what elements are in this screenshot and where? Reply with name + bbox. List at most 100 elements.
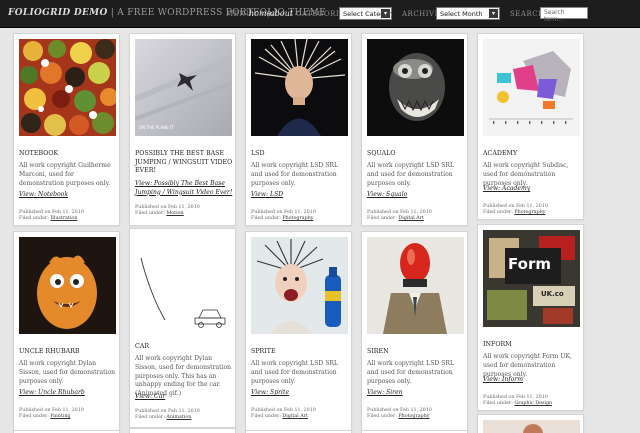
post-card-base-jumping[interactable]: ON THE PLANE IT POSSIBLY THE BEST BASE J…: [129, 33, 236, 226]
post-category-link[interactable]: Digital Art: [398, 216, 424, 221]
post-card-car[interactable]: CAR All work copyright Dylan Sisson, use…: [129, 228, 236, 428]
post-meta: Published on Feb 11, 2010 Filed under: P…: [483, 204, 581, 216]
thumbnail-illustration-image: [19, 39, 116, 136]
post-thumbnail[interactable]: [251, 237, 348, 334]
category-select[interactable]: Select Category ▾: [339, 7, 395, 20]
post-meta: Published on Feb 11, 2010 Filed under: G…: [483, 395, 581, 407]
post-view-link[interactable]: View: Sprite: [251, 389, 349, 398]
post-filed-under: Filed under: Digital Art: [367, 216, 465, 222]
chevron-down-icon: ▾: [489, 9, 498, 18]
thumbnail-domain-text: UK.co: [541, 290, 564, 298]
post-card-sprite[interactable]: SPRITE All work copyright LSD SRL and us…: [245, 231, 352, 431]
post-description: All work copyright LSD SRL and used for …: [367, 360, 455, 385]
post-meta: Published on Feb 11, 2010 Filed under: P…: [251, 210, 349, 222]
post-category-link[interactable]: Photography: [514, 210, 545, 215]
post-view-link[interactable]: View: Squalo: [367, 191, 465, 200]
filed-under-label: Filed under:: [19, 414, 49, 420]
thumbnail-animation-image: [135, 234, 232, 331]
post-category-link[interactable]: Painting: [50, 414, 70, 419]
post-title[interactable]: CAR: [135, 343, 233, 352]
top-bar: FOLIOGRID DEMO | A FREE WORDPRESS PORTFO…: [0, 0, 640, 28]
post-card-inform[interactable]: Form UK.co INFORM All work copyright For…: [477, 224, 584, 411]
filed-under-label: Filed under:: [483, 210, 513, 216]
post-title[interactable]: NOTEBOOK: [19, 150, 117, 159]
post-card-notebook[interactable]: NOTEBOOK All work copyright Guilherme Ma…: [13, 33, 120, 226]
nav-about-link[interactable]: about: [270, 9, 293, 18]
month-select-value: Select Month: [440, 10, 483, 18]
post-filed-under: Filed under: Photography: [367, 414, 465, 420]
post-meta: Published on Feb 11, 2010 Filed under: P…: [367, 408, 465, 420]
post-card-siren[interactable]: SIREN All work copyright LSD SRL and use…: [361, 231, 468, 431]
post-card-partial[interactable]: [477, 414, 584, 433]
filed-under-label: Filed under:: [367, 414, 397, 420]
post-category-link[interactable]: Illustration: [50, 216, 77, 221]
search-input[interactable]: Search term...: [540, 7, 588, 23]
post-title[interactable]: ACADEMY: [483, 150, 581, 159]
post-description: All work copyright LSD SRL and used for …: [251, 360, 339, 385]
post-category-link[interactable]: Motion: [166, 211, 183, 216]
post-view-link[interactable]: View: Car: [135, 393, 233, 402]
post-title[interactable]: LSD: [251, 150, 349, 159]
filed-under-label: Filed under:: [135, 211, 165, 217]
filed-under-label: Filed under:: [135, 415, 165, 421]
post-meta: Published on Feb 11, 2010 Filed under: A…: [135, 409, 233, 421]
post-card-partial[interactable]: [129, 428, 236, 433]
post-card-academy[interactable]: ACADEMY All work copyright Subdisc, used…: [477, 33, 584, 220]
thumbnail-portrait-shape: [523, 424, 543, 433]
thumbnail-photography-image: [483, 39, 580, 136]
post-title[interactable]: SIREN: [367, 348, 465, 357]
thumbnail-caption: ON THE PLANE IT: [139, 125, 174, 130]
post-view-link[interactable]: View: Possibly The Best Base Jumping / W…: [135, 180, 233, 197]
post-title[interactable]: POSSIBLY THE BEST BASE JUMPING / WINGSUI…: [135, 150, 233, 176]
thumbnail-wingsuit-image: [135, 39, 232, 136]
post-meta: Published on Feb 11, 2010 Filed under: I…: [19, 210, 117, 222]
post-title[interactable]: UNCLE RHUBARB: [19, 348, 117, 357]
post-category-link[interactable]: Animation: [166, 415, 191, 420]
post-thumbnail[interactable]: [483, 39, 580, 136]
site-tagline: | A FREE WORDPRESS PORTFOLIO THEME: [110, 8, 326, 18]
post-view-link[interactable]: View: Notebook: [19, 191, 117, 200]
post-thumbnail[interactable]: [367, 39, 464, 136]
post-filed-under: Filed under: Motion: [135, 211, 233, 217]
thumbnail-digital-art-image: [251, 237, 348, 334]
month-select[interactable]: Select Month ▾: [436, 7, 500, 20]
post-category-link[interactable]: Graphic Design: [514, 401, 552, 406]
thumbnail-digital-art-image: [367, 39, 464, 136]
post-thumbnail[interactable]: [483, 420, 580, 433]
post-card-squalo[interactable]: SQUALO All work copyright LSD SRL and us…: [361, 33, 468, 226]
post-thumbnail[interactable]: [19, 39, 116, 136]
post-view-link[interactable]: View: Uncle Rhubarb: [19, 389, 117, 398]
post-meta: Published on Feb 11, 2010 Filed under: D…: [251, 408, 349, 420]
post-category-link[interactable]: Digital Art: [282, 414, 308, 419]
thumbnail-photography-image: [367, 237, 464, 334]
post-meta: Published on Feb 11, 2010 Filed under: D…: [367, 210, 465, 222]
post-filed-under: Filed under: Painting: [19, 414, 117, 420]
post-card-lsd[interactable]: LSD All work copyright LSD SRL and used …: [245, 33, 352, 226]
filed-under-label: Filed under:: [19, 216, 49, 222]
post-thumbnail[interactable]: [251, 39, 348, 136]
post-category-link[interactable]: Photography: [282, 216, 313, 221]
post-view-link[interactable]: View: LSD: [251, 191, 349, 200]
post-view-link[interactable]: View: Academy: [483, 185, 581, 194]
post-category-link[interactable]: Photography: [398, 414, 429, 419]
thumbnail-painting-image: [19, 237, 116, 334]
post-thumbnail[interactable]: [135, 234, 232, 331]
post-card-uncle-rhubarb[interactable]: UNCLE RHUBARB All work copyright Dylan S…: [13, 231, 120, 431]
post-thumbnail[interactable]: [367, 237, 464, 334]
thumbnail-logo-text: Form: [508, 255, 551, 273]
post-thumbnail[interactable]: [19, 237, 116, 334]
chevron-down-icon: ▾: [381, 9, 390, 18]
filed-under-label: Filed under:: [251, 216, 281, 222]
post-view-link[interactable]: View: Siren: [367, 389, 465, 398]
post-view-link[interactable]: View: Inform: [483, 376, 581, 385]
post-description: All work copyright Guilherme Marconi, us…: [19, 162, 111, 187]
post-title[interactable]: SQUALO: [367, 150, 465, 159]
post-title[interactable]: SPRITE: [251, 348, 349, 357]
post-title[interactable]: INFORM: [483, 341, 581, 350]
thumbnail-graphic-design-image: [483, 230, 580, 327]
site-name[interactable]: FOLIOGRID DEMO: [8, 8, 108, 18]
post-description: All work copyright LSD SRL and used for …: [367, 162, 455, 187]
post-filed-under: Filed under: Graphic Design: [483, 401, 581, 407]
post-thumbnail[interactable]: Form UK.co: [483, 230, 580, 327]
post-thumbnail[interactable]: ON THE PLANE IT: [135, 39, 232, 136]
